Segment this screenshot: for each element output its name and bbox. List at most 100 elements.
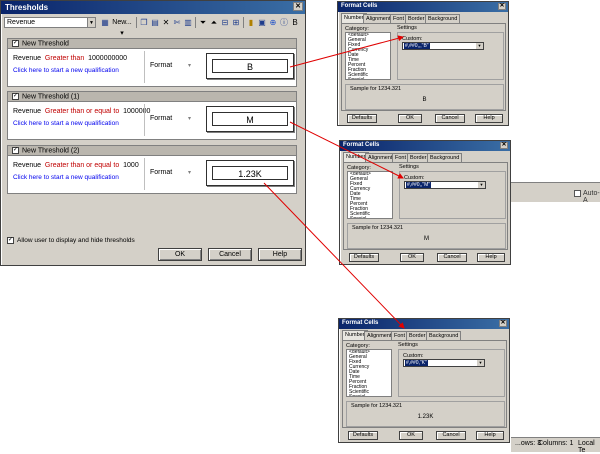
cancel-button[interactable]: Cancel — [208, 248, 252, 261]
tab-alignment[interactable]: Alignment — [363, 14, 394, 23]
delete-icon[interactable]: ✕ — [161, 17, 171, 28]
threshold-enable-checkbox[interactable]: ✓ — [12, 147, 19, 154]
allow-display-label: Allow user to display and hide threshold… — [17, 237, 135, 245]
threshold-condition[interactable]: Revenue Greater than or equal to 1000 — [13, 162, 139, 169]
allow-display-checkbox[interactable]: ✓ — [7, 237, 14, 244]
format-label[interactable]: Format — [150, 115, 172, 122]
toolbar-separator — [136, 17, 137, 28]
new-qualification-link[interactable]: Click here to start a new qualification — [13, 67, 119, 74]
threshold-enable-checkbox[interactable]: ✓ — [12, 40, 19, 47]
help-button[interactable]: Help — [477, 253, 505, 262]
custom-format-combo[interactable]: #,##0,,"M" ▼ — [404, 181, 486, 189]
ok-button[interactable]: OK — [400, 253, 424, 262]
format-icon[interactable]: ▮ — [246, 17, 256, 28]
custom-format-combo[interactable]: #,##0,,,"B" ▼ — [402, 42, 484, 50]
copy-icon[interactable]: ❐ — [139, 17, 149, 28]
sample-value: M — [424, 236, 429, 242]
chevron-down-icon[interactable]: ▾ — [188, 169, 191, 176]
category-list[interactable]: <default> General Fixed Currency Date Time Per… — [347, 171, 393, 219]
auto-checkbox[interactable] — [574, 190, 581, 197]
paste-icon[interactable]: ▤ — [150, 17, 160, 28]
ok-button[interactable]: OK — [158, 248, 202, 261]
info-icon[interactable]: ⓘ — [279, 17, 289, 28]
threshold-condition[interactable]: Revenue Greater than or equal to 1000000 — [13, 108, 150, 115]
tab-alignment[interactable]: Alignment — [364, 331, 395, 340]
chevron-down-icon[interactable]: ▼ — [477, 360, 484, 366]
chevron-down-icon[interactable]: ▼ — [478, 182, 485, 188]
threshold-enable-checkbox[interactable]: ✓ — [12, 93, 19, 100]
tab-background[interactable]: Background — [426, 331, 462, 340]
thresholds-title: Thresholds — [5, 3, 49, 12]
defaults-button[interactable]: Defaults — [349, 253, 379, 262]
new-qualification-link[interactable]: Click here to start a new qualification — [13, 174, 119, 181]
metric-select[interactable]: Revenue ▼ — [4, 17, 96, 28]
new-threshold-icon[interactable]: ▦ — [100, 17, 110, 28]
format-cells-dialog: Format Cells ✕ Number Alignment Font Bor… — [338, 318, 510, 443]
expand-icon[interactable]: ⊟ — [220, 17, 230, 28]
format-sample-box[interactable]: B — [206, 53, 294, 79]
category-item[interactable]: Special — [348, 217, 392, 219]
cut-icon[interactable]: ✄ — [172, 17, 182, 28]
cancel-button[interactable]: Cancel — [436, 431, 466, 440]
tab-background[interactable]: Background — [425, 14, 461, 23]
add-icon[interactable]: ⊕ — [268, 17, 278, 28]
close-icon[interactable]: ✕ — [500, 142, 508, 149]
chevron-down-icon[interactable]: ▾ — [188, 115, 191, 122]
format-sample-text: 1.23K — [212, 166, 288, 180]
format-sample-box[interactable]: 1.23K — [206, 160, 294, 186]
close-icon[interactable]: ✕ — [498, 3, 506, 10]
sample-label: Sample for 1234.321 — [350, 86, 402, 92]
number-tab-panel: Category: <default> General Fixed Currency D… — [343, 162, 508, 250]
category-list[interactable]: <default> General Fixed Currency Date Time Per… — [345, 32, 391, 80]
tab-alignment[interactable]: Alignment — [365, 153, 396, 162]
cancel-button[interactable]: Cancel — [435, 114, 465, 123]
status-columns: Columns: 1 — [538, 440, 574, 447]
settings-group: Custom: #,##0,,"M" ▼ — [399, 171, 506, 219]
format-sample-box[interactable]: M — [206, 106, 294, 132]
move-up-icon[interactable]: ⏶ — [209, 17, 219, 28]
sample-label: Sample for 1234.321 — [352, 225, 404, 231]
threshold-condition[interactable]: Revenue Greater than 1000000000 — [13, 55, 127, 62]
divider — [144, 104, 145, 136]
threshold-name: New Threshold (1) — [22, 93, 80, 101]
category-item[interactable]: Special — [346, 78, 390, 80]
help-button[interactable]: Help — [476, 431, 504, 440]
bold-format-icon[interactable]: B — [290, 17, 300, 28]
help-button[interactable]: Help — [475, 114, 503, 123]
threshold-body: Revenue Greater than 1000000000 Click he… — [7, 49, 297, 87]
metric-select-value: Revenue — [7, 19, 36, 26]
defaults-button[interactable]: Defaults — [348, 431, 378, 440]
category-item[interactable]: Special — [347, 395, 391, 397]
threshold-header: ✓ New Threshold (2) — [7, 145, 297, 156]
category-list[interactable]: <default> General Fixed Currency Date Time Per… — [346, 349, 392, 397]
tab-background[interactable]: Background — [427, 153, 463, 162]
custom-format-value: #,##0,,"M" — [406, 182, 432, 188]
close-icon[interactable]: ✕ — [293, 2, 303, 11]
format-cells-title: Format Cells — [342, 320, 379, 326]
defaults-button[interactable]: Defaults — [347, 114, 377, 123]
format-cells-title: Format Cells — [343, 142, 380, 148]
chevron-down-icon[interactable]: ▾ — [188, 62, 191, 69]
divider — [144, 51, 145, 83]
cancel-button[interactable]: Cancel — [437, 253, 467, 262]
format-cells-titlebar: Format Cells ✕ — [338, 2, 508, 12]
chevron-down-icon[interactable]: ▼ — [87, 18, 95, 27]
chevron-down-icon[interactable]: ▼ — [476, 43, 483, 49]
help-button[interactable]: Help — [258, 248, 302, 261]
new-menu-button[interactable]: New... ▾ — [110, 17, 134, 37]
new-qualification-link[interactable]: Click here to start a new qualification — [13, 120, 119, 127]
move-down-icon[interactable]: ⏷ — [198, 17, 208, 28]
settings-group: Custom: #,##0,"K" ▼ — [398, 349, 505, 397]
close-icon[interactable]: ✕ — [499, 320, 507, 327]
image-icon[interactable]: ▣ — [257, 17, 267, 28]
format-label[interactable]: Format — [150, 62, 172, 69]
allow-display-option[interactable]: ✓ Allow user to display and hide threshol… — [7, 237, 135, 244]
sample-group: Sample for 1234.321 1.23K — [346, 401, 505, 427]
threshold-block: ✓ New Threshold Revenue Greater than 1000… — [7, 38, 297, 87]
collapse-icon[interactable]: ⊞ — [231, 17, 241, 28]
ok-button[interactable]: OK — [398, 114, 422, 123]
rename-icon[interactable]: ▥ — [183, 17, 193, 28]
format-label[interactable]: Format — [150, 169, 172, 176]
ok-button[interactable]: OK — [399, 431, 423, 440]
custom-format-combo[interactable]: #,##0,"K" ▼ — [403, 359, 485, 367]
